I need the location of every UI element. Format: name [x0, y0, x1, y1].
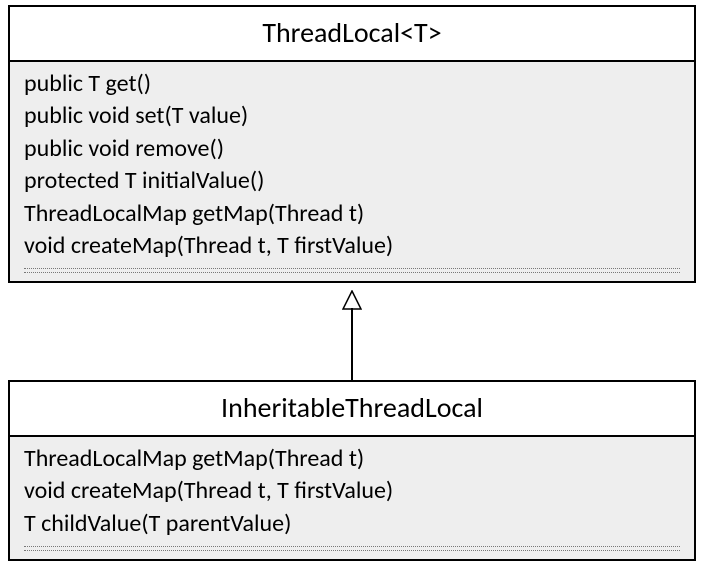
method-line: T childValue(T parentValue): [24, 508, 680, 540]
inheritance-arrow-icon: [342, 290, 362, 310]
method-line: void createMap(Thread t, T firstValue): [24, 475, 680, 507]
class-title: InheritableThreadLocal: [10, 382, 694, 437]
method-line: ThreadLocalMap getMap(Thread t): [24, 443, 680, 475]
compartment-divider: [24, 550, 680, 551]
method-line: ThreadLocalMap getMap(Thread t): [24, 198, 680, 230]
inheritablethreadlocal-class-box: InheritableThreadLocal ThreadLocalMap ge…: [8, 380, 696, 561]
compartment-divider: [24, 272, 680, 273]
class-title: ThreadLocal<T>: [10, 7, 694, 62]
method-line: void createMap(Thread t, T firstValue): [24, 230, 680, 262]
method-line: protected T initialValue(): [24, 165, 680, 197]
method-line: public T get(): [24, 68, 680, 100]
threadlocal-class-box: ThreadLocal<T> public T get() public voi…: [8, 5, 696, 283]
inheritance-line: [351, 308, 353, 380]
compartment-divider: [24, 546, 680, 547]
class-body: public T get() public void set(T value) …: [10, 62, 694, 281]
class-body: ThreadLocalMap getMap(Thread t) void cre…: [10, 437, 694, 559]
method-line: public void set(T value): [24, 100, 680, 132]
method-line: public void remove(): [24, 133, 680, 165]
compartment-divider: [24, 268, 680, 269]
